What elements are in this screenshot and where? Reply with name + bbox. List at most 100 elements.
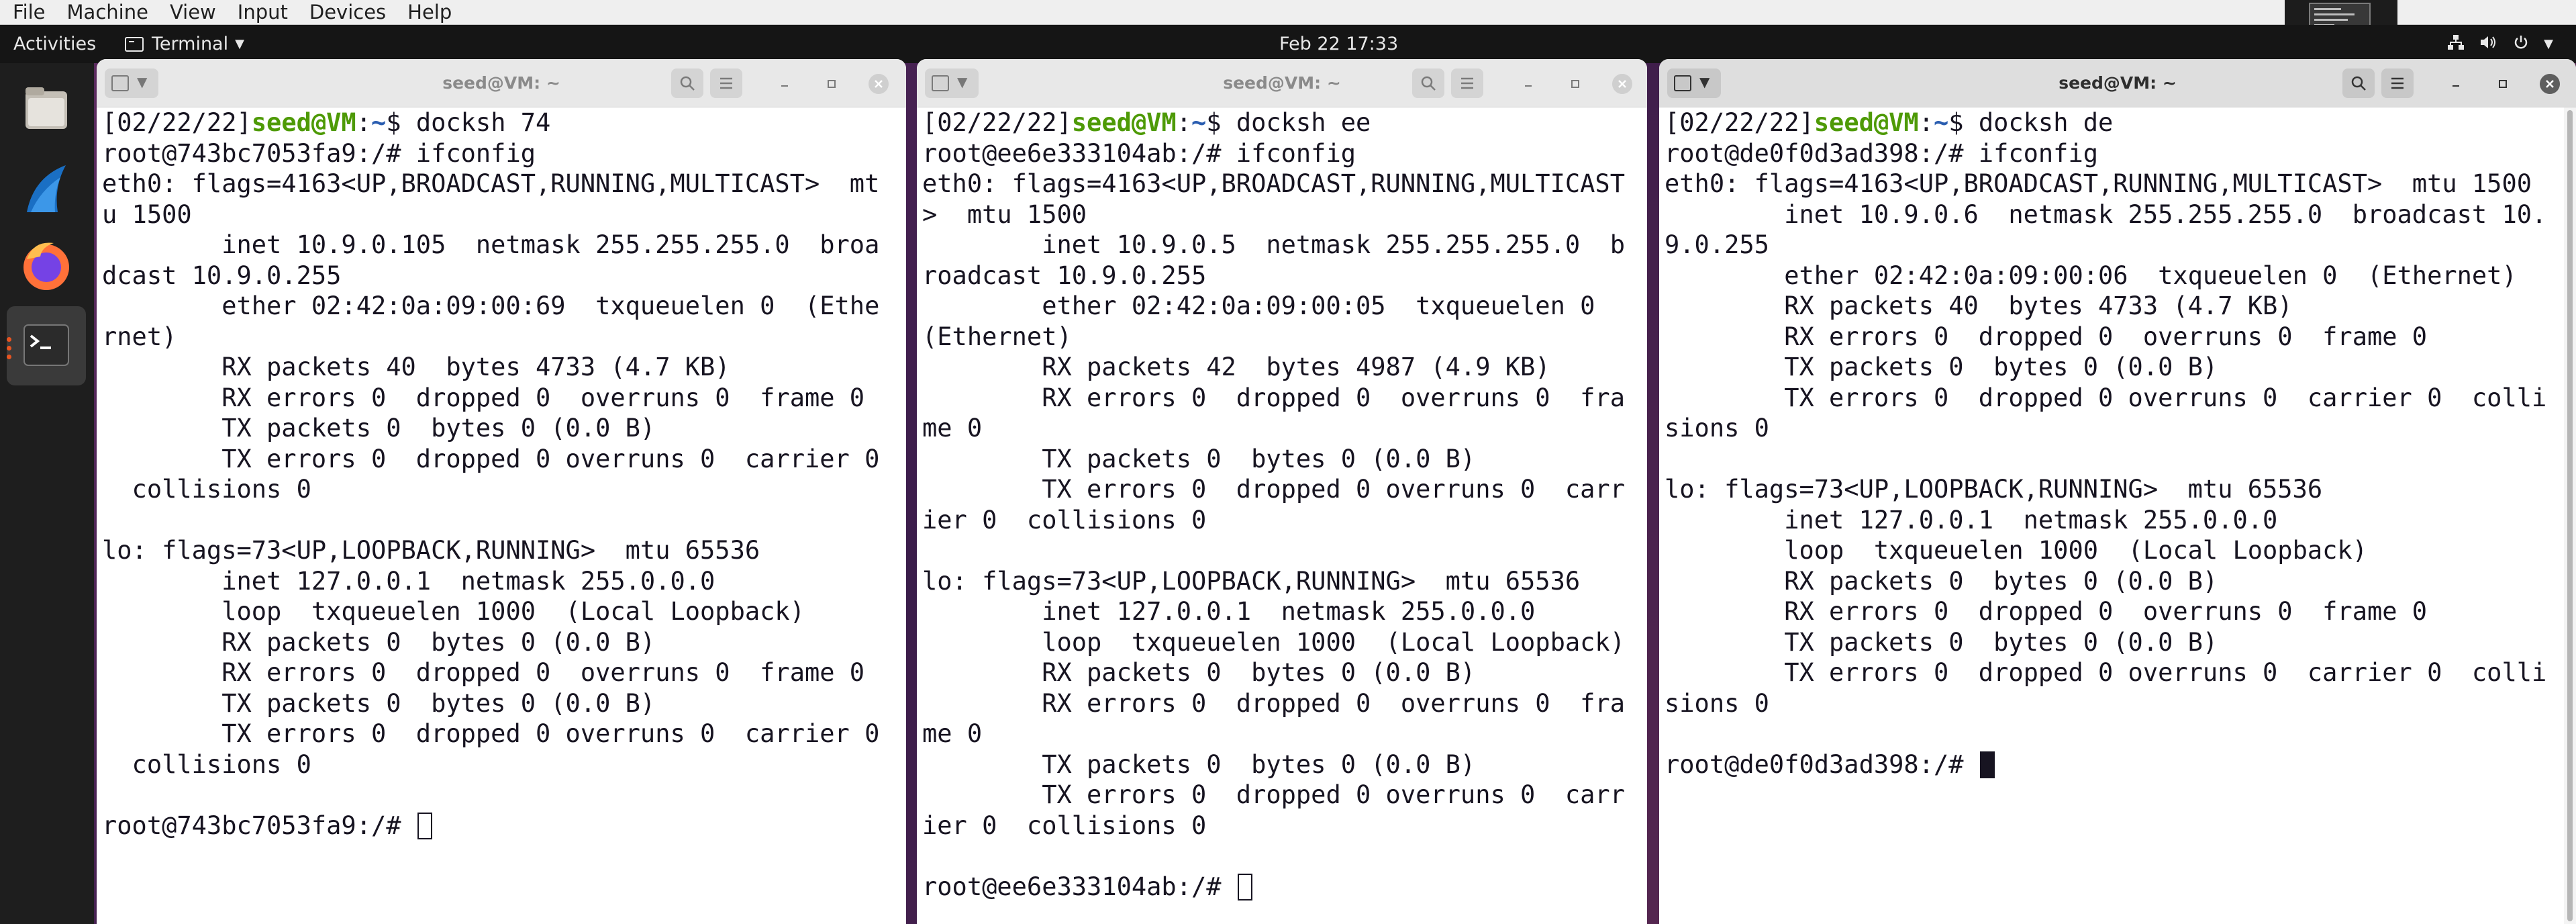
activities-button[interactable]: Activities xyxy=(13,25,96,63)
terminal-line: loop txqueuelen 1000 (Local Loopback) xyxy=(922,627,1625,657)
hamburger-icon xyxy=(1461,77,1473,89)
window-titlebar[interactable]: ▼ seed@VM: ~ xyxy=(1659,59,2576,107)
minimize-button[interactable] xyxy=(2446,74,2466,94)
prompt-path: ~ xyxy=(1933,108,1949,137)
dock-terminal[interactable] xyxy=(7,306,86,385)
terminal-line: RX packets 0 bytes 0 (0.0 B) xyxy=(102,627,656,657)
host-prompt-line: [02/22/22]seed@VM:~$ docksh 74 xyxy=(102,108,551,137)
terminal-line: inet 10.9.0.6 netmask 255.255.255.0 broa… xyxy=(1665,199,2547,229)
text-cursor xyxy=(1237,873,1252,900)
window-titlebar[interactable]: ▼ seed@VM: ~ xyxy=(917,59,1647,107)
terminal-line: inet 10.9.0.5 netmask 255.255.255.0 b xyxy=(922,230,1625,259)
scrollbar[interactable] xyxy=(2564,107,2576,924)
host-menu-help[interactable]: Help xyxy=(395,0,452,25)
terminal-line: root@743bc7053fa9:/# ifconfig xyxy=(102,138,536,168)
search-button[interactable] xyxy=(2342,68,2375,98)
terminal-line: ether 02:42:0a:09:00:06 txqueuelen 0 (Et… xyxy=(1665,261,2517,290)
close-button[interactable] xyxy=(869,74,889,94)
maximize-button[interactable] xyxy=(822,74,842,94)
terminal-line: 9.0.255 xyxy=(1665,230,1769,259)
search-button[interactable] xyxy=(1412,68,1444,98)
terminal-line: RX errors 0 dropped 0 overruns 0 frame 0 xyxy=(1665,322,2428,351)
system-tray[interactable]: ▼ xyxy=(2447,25,2553,63)
window-titlebar[interactable]: ▼ seed@VM: ~ xyxy=(97,59,906,107)
host-menu-devices[interactable]: Devices xyxy=(297,0,386,25)
terminal-output[interactable]: [02/22/22]seed@VM:~$ docksh 74 root@743b… xyxy=(97,107,906,924)
terminal-line: RX packets 42 bytes 4987 (4.9 KB) xyxy=(922,353,1550,381)
close-button[interactable] xyxy=(2540,74,2560,94)
wireshark-icon xyxy=(27,165,66,212)
terminal-line: > mtu 1500 xyxy=(922,199,1087,229)
terminal-line: eth0: flags=4163<UP,BROADCAST,RUNNING,MU… xyxy=(922,169,1625,198)
clock[interactable]: Feb 22 17:33 xyxy=(1279,25,1398,63)
terminal-line: collisions 0 xyxy=(102,475,311,504)
terminal-output[interactable]: [02/22/22]seed@VM:~$ docksh de root@de0f… xyxy=(1659,107,2576,924)
terminal-line: inet 10.9.0.105 netmask 255.255.255.0 br… xyxy=(102,230,880,259)
dock-files[interactable] xyxy=(7,71,86,150)
close-button[interactable] xyxy=(1612,74,1632,94)
dock-firefox[interactable] xyxy=(7,227,86,306)
shell-prompt: root@743bc7053fa9:/# xyxy=(102,811,416,840)
host-menu: File Machine View Input Devices Help xyxy=(0,0,460,25)
terminal-line: roadcast 10.9.0.255 xyxy=(922,261,1207,290)
terminal-line: TX packets 0 bytes 0 (0.0 B) xyxy=(102,414,656,443)
chevron-down-icon: ▼ xyxy=(235,37,244,51)
terminal-line: loop txqueuelen 1000 (Local Loopback) xyxy=(1665,536,2367,565)
terminal-line: dcast 10.9.0.255 xyxy=(102,261,342,290)
terminal-line: me 0 xyxy=(922,719,983,748)
chevron-down-icon: ▼ xyxy=(2544,37,2553,51)
terminal-window-1[interactable]: ▼ seed@VM: ~ [02/22/22]seed@VM:~$ docksh… xyxy=(97,59,906,924)
menu-button[interactable] xyxy=(1451,68,1483,98)
dock-wireshark[interactable] xyxy=(7,150,86,230)
terminal-window-3[interactable]: ▼ seed@VM: ~ [02/22/22]seed@VM:~$ docksh… xyxy=(1659,59,2576,924)
menu-button[interactable] xyxy=(2381,68,2414,98)
power-icon xyxy=(2513,34,2529,54)
app-menu-button[interactable]: Terminal ▼ xyxy=(125,25,244,63)
terminal-line: (Ethernet) xyxy=(922,322,1072,351)
host-prompt-line: [02/22/22]seed@VM:~$ docksh de xyxy=(1665,108,2114,137)
shell-prompt-line[interactable]: root@743bc7053fa9:/# xyxy=(97,811,906,841)
minimize-button[interactable] xyxy=(775,74,795,94)
search-icon xyxy=(1421,76,1436,91)
scrollbar-thumb[interactable] xyxy=(2567,110,2573,921)
shell-prompt: root@de0f0d3ad398:/# xyxy=(1665,749,1979,779)
terminal-line: TX errors 0 dropped 0 overruns 0 carr xyxy=(922,780,1625,809)
terminal-line: rnet) xyxy=(102,322,177,351)
hamburger-icon xyxy=(720,77,732,89)
terminal-line: inet 127.0.0.1 netmask 255.0.0.0 xyxy=(922,597,1536,626)
menu-button[interactable] xyxy=(710,68,742,98)
host-menu-file[interactable]: File xyxy=(0,0,46,25)
terminal-line: lo: flags=73<UP,LOOPBACK,RUNNING> mtu 65… xyxy=(102,536,760,565)
host-menu-view[interactable]: View xyxy=(157,0,216,25)
terminal-line: lo: flags=73<UP,LOOPBACK,RUNNING> mtu 65… xyxy=(922,566,1581,596)
shell-prompt-line[interactable]: root@ee6e333104ab:/# xyxy=(917,872,1647,903)
minimize-icon xyxy=(1525,85,1532,87)
terminal-line: RX errors 0 dropped 0 overruns 0 fra xyxy=(922,383,1625,412)
prompt-date: [02/22/22] xyxy=(1665,108,1814,137)
terminal-window-2[interactable]: ▼ seed@VM: ~ [02/22/22]seed@VM:~$ docksh… xyxy=(917,59,1647,924)
shell-prompt: root@ee6e333104ab:/# xyxy=(922,872,1236,901)
shell-prompt-line[interactable]: root@de0f0d3ad398:/# xyxy=(1659,749,2576,780)
minimize-button[interactable] xyxy=(1518,74,1538,94)
terminal-line: TX packets 0 bytes 0 (0.0 B) xyxy=(922,444,1476,473)
terminal-line: TX errors 0 dropped 0 overruns 0 carrier… xyxy=(1665,658,2547,687)
terminal-line: RX packets 0 bytes 0 (0.0 B) xyxy=(922,658,1476,687)
terminal-line: root@ee6e333104ab:/# ifconfig xyxy=(922,138,1356,168)
maximize-button[interactable] xyxy=(1565,74,1585,94)
host-menu-machine[interactable]: Machine xyxy=(54,0,148,25)
terminal-line: ier 0 collisions 0 xyxy=(922,505,1207,535)
prompt-date: [02/22/22] xyxy=(102,108,252,137)
text-cursor xyxy=(1979,751,1995,778)
maximize-button[interactable] xyxy=(2493,74,2513,94)
search-button[interactable] xyxy=(671,68,703,98)
host-menu-input[interactable]: Input xyxy=(225,0,288,25)
prompt-command: $ docksh ee xyxy=(1206,108,1371,137)
terminal-line: TX errors 0 dropped 0 overruns 0 carrier… xyxy=(1665,383,2547,412)
terminal-line: RX packets 40 bytes 4733 (4.7 KB) xyxy=(102,353,730,381)
prompt-date: [02/22/22] xyxy=(922,108,1072,137)
terminal-output[interactable]: [02/22/22]seed@VM:~$ docksh ee root@ee6e… xyxy=(917,107,1647,924)
terminal-line: RX packets 40 bytes 4733 (4.7 KB) xyxy=(1665,291,2293,320)
maximize-icon xyxy=(828,80,836,88)
